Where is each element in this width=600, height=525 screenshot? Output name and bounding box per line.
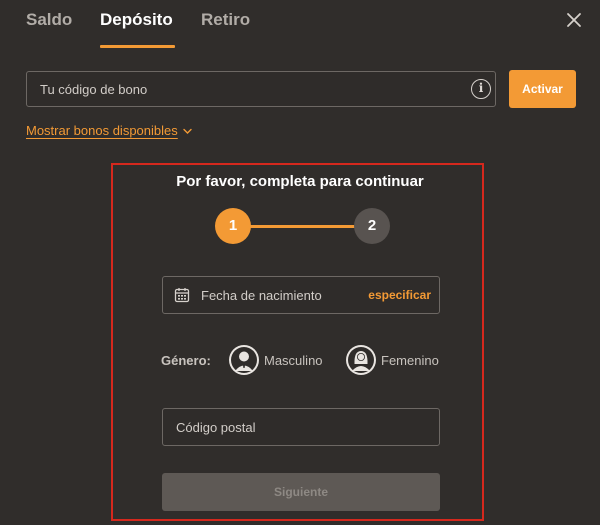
highlight-frame [111, 163, 484, 521]
gender-option-female[interactable]: Femenino [346, 345, 446, 377]
female-label: Femenino [381, 353, 439, 368]
tab-saldo[interactable]: Saldo [26, 10, 72, 30]
next-button[interactable]: Siguiente [162, 473, 440, 511]
show-bonuses-link[interactable]: Mostrar bonos disponibles [26, 123, 192, 138]
show-bonuses-label: Mostrar bonos disponibles [26, 123, 178, 138]
close-icon[interactable] [563, 9, 585, 31]
specify-birthdate-link[interactable]: especificar [368, 288, 431, 302]
gender-option-male[interactable]: Masculino [229, 345, 329, 377]
calendar-icon [174, 287, 190, 303]
male-label: Masculino [264, 353, 323, 368]
stepper-connector [250, 225, 360, 228]
birthdate-field[interactable]: Fecha de nacimiento especificar [162, 276, 440, 314]
active-tab-indicator [100, 45, 175, 48]
female-avatar-icon [346, 345, 376, 375]
step-1: 1 [215, 208, 251, 244]
tab-retiro[interactable]: Retiro [201, 10, 250, 30]
chevron-down-icon [183, 123, 192, 138]
postal-code-input[interactable] [163, 409, 446, 445]
step-2: 2 [354, 208, 390, 244]
gender-label: Género: [161, 353, 211, 368]
male-avatar-icon [229, 345, 259, 375]
bonus-code-field: i [26, 71, 496, 107]
activate-button[interactable]: Activar [509, 70, 576, 108]
postal-code-field [162, 408, 446, 446]
info-icon[interactable]: i [471, 79, 491, 99]
tab-deposito[interactable]: Depósito [100, 10, 173, 30]
birthdate-label: Fecha de nacimiento [201, 288, 322, 303]
bonus-code-input[interactable] [27, 72, 460, 106]
form-title: Por favor, completa para continuar [176, 173, 424, 190]
